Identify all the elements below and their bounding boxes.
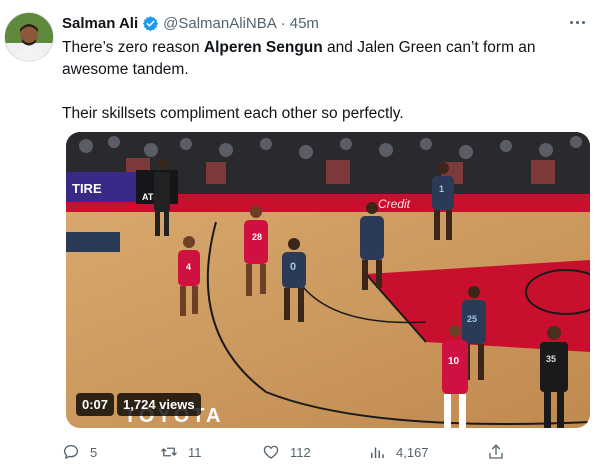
tweet: Salman Ali @SalmanAliNBA · 45m There’s z…	[0, 0, 600, 472]
svg-text:28: 28	[252, 232, 262, 242]
retweet-icon	[160, 443, 178, 461]
video-timestamp: 0:07	[76, 393, 115, 416]
verified-badge-icon	[142, 15, 159, 32]
heart-icon	[262, 443, 280, 461]
like-count: 112	[290, 444, 311, 460]
svg-text:10: 10	[448, 356, 460, 367]
tweet-timestamp[interactable]: 45m	[290, 15, 319, 32]
signage-credit: Credit	[378, 197, 411, 211]
tweet-text-line2: Their skillsets compliment each other so…	[62, 105, 404, 122]
share-button[interactable]	[487, 443, 505, 461]
retweet-count: 11	[188, 444, 202, 460]
video-frame: TIRE AT&T Credit 4 28 0 1 25 10 35 TOYOT…	[66, 132, 590, 428]
share-icon	[487, 443, 505, 461]
tweet-text-pre: There’s zero reason	[62, 39, 204, 56]
analytics-icon	[368, 443, 386, 461]
svg-text:1: 1	[439, 184, 444, 194]
author-handle[interactable]: @SalmanAliNBA	[163, 15, 277, 32]
svg-text:25: 25	[467, 314, 477, 324]
tweet-text: There’s zero reason Alperen Sengun and J…	[62, 37, 582, 125]
video-view-count: 1,724 views	[117, 393, 201, 416]
views-count: 4,167	[396, 444, 429, 460]
reply-button[interactable]: 5	[62, 443, 97, 461]
svg-text:0: 0	[290, 261, 296, 273]
tweet-actions: 5 11 112 4,167	[62, 442, 522, 462]
reply-icon	[62, 443, 80, 461]
video-badges: 0:07 1,724 views	[76, 393, 201, 416]
retweet-button[interactable]: 11	[160, 443, 202, 461]
tweet-header: Salman Ali @SalmanAliNBA · 45m	[62, 13, 319, 33]
author-name[interactable]: Salman Ali	[62, 15, 138, 32]
more-options-icon[interactable]	[566, 14, 588, 30]
tweet-text-bold: Alperen Sengun	[203, 39, 323, 56]
avatar[interactable]	[4, 12, 54, 62]
svg-text:4: 4	[186, 262, 191, 272]
views-button[interactable]: 4,167	[368, 443, 429, 461]
like-button[interactable]: 112	[262, 443, 311, 461]
video-player[interactable]: TIRE AT&T Credit 4 28 0 1 25 10 35 TOYOT…	[66, 132, 590, 428]
svg-text:35: 35	[546, 354, 556, 364]
separator-dot: ·	[280, 14, 286, 32]
reply-count: 5	[90, 444, 98, 460]
signage-tire: TIRE	[72, 181, 102, 196]
